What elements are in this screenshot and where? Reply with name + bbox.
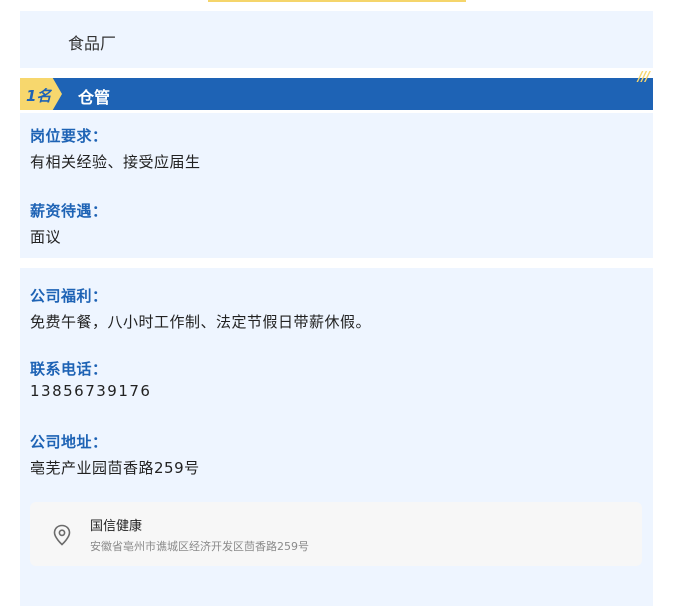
job-header: 1名 仓管 /// xyxy=(20,70,653,110)
phone-value[interactable]: 13856739176 xyxy=(30,382,151,400)
requirements-label: 岗位要求： xyxy=(30,127,108,145)
location-pin-icon xyxy=(52,524,72,546)
requirements-section: 岗位要求： 有相关经验、接受应届生 薪资待遇： 面议 xyxy=(20,113,653,258)
phone-label: 联系电话： xyxy=(30,360,108,378)
headcount-text: 1名 xyxy=(26,87,52,105)
welfare-value: 免费午餐，八小时工作制、法定节假日带薪休假。 xyxy=(30,313,372,331)
company-section: 食品厂 xyxy=(20,11,653,68)
top-accent-bar xyxy=(208,0,466,2)
job-title: 仓管 xyxy=(78,88,111,107)
company-name: 食品厂 xyxy=(68,34,117,53)
welfare-label: 公司福利： xyxy=(30,287,108,305)
address-label: 公司地址： xyxy=(30,433,108,451)
salary-value: 面议 xyxy=(30,228,62,246)
headcount-badge: 1名 xyxy=(20,78,62,110)
address-value: 亳芜产业园茴香路259号 xyxy=(30,459,200,477)
salary-label: 薪资待遇： xyxy=(30,202,108,220)
location-card[interactable]: 国信健康 安徽省亳州市谯城区经济开发区茴香路259号 xyxy=(30,502,642,566)
location-address: 安徽省亳州市谯城区经济开发区茴香路259号 xyxy=(90,540,309,553)
benefits-section: 公司福利： 免费午餐，八小时工作制、法定节假日带薪休假。 联系电话： 13856… xyxy=(20,268,653,606)
location-name: 国信健康 xyxy=(90,519,143,534)
decor-slashes: /// xyxy=(637,70,650,85)
requirements-value: 有相关经验、接受应届生 xyxy=(30,153,201,171)
